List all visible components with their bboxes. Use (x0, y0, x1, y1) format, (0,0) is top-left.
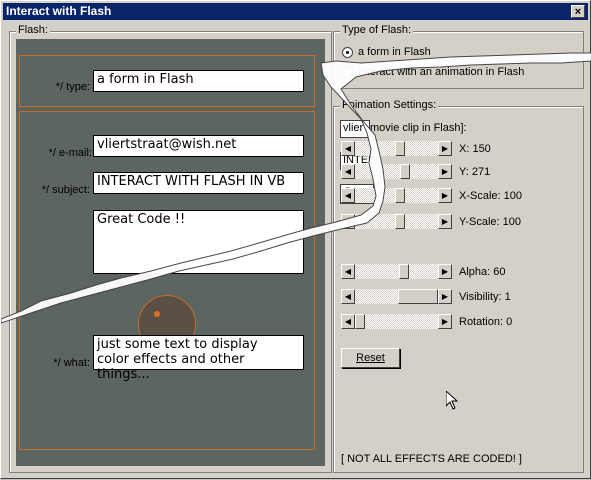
slider-0[interactable]: ◀ ▶ (341, 141, 452, 156)
slider-label: Visibility: 1 (459, 291, 511, 303)
movie-box[interactable]: vlier (340, 120, 370, 138)
type-field[interactable]: a form in Flash (93, 70, 304, 92)
slider-1[interactable]: ◀ ▶ (341, 164, 452, 179)
slider-4[interactable]: ◀ ▶ (341, 264, 452, 279)
radio-form-label[interactable]: a form in Flash (358, 46, 431, 58)
what-line-1: just some text to display (97, 337, 258, 352)
slider-label: Rotation: 0 (459, 316, 513, 328)
reset-label: Reset (356, 352, 385, 364)
slider-thumb[interactable] (395, 141, 405, 156)
slider-label: Y-Scale: 100 (459, 216, 521, 228)
slider-left-arrow-icon[interactable]: ◀ (341, 214, 355, 229)
slider-2[interactable]: ◀ ▶ (341, 188, 452, 203)
slider-label: X: 150 (459, 143, 491, 155)
slider-left-arrow-icon[interactable]: ◀ (341, 314, 355, 329)
slider-thumb[interactable] (355, 314, 365, 329)
settings-group-label: Foimation Settings: (340, 99, 439, 111)
slider-thumb[interactable] (395, 188, 405, 203)
ball-dot (154, 311, 160, 317)
slider-right-arrow-icon[interactable]: ▶ (438, 264, 452, 279)
slider-left-arrow-icon[interactable]: ◀ (341, 264, 355, 279)
type-group-label: Type of Flash: (340, 24, 414, 36)
radio-animation-label[interactable]: interact with an animation in Flash (358, 66, 524, 78)
main-window: Interact with Flash × Flash: */ type: a … (0, 0, 591, 479)
radio-form[interactable] (342, 47, 353, 58)
subject-field[interactable]: INTERACT WITH FLASH IN VB (93, 172, 304, 194)
slider-right-arrow-icon[interactable]: ▶ (438, 164, 452, 179)
title-bar[interactable]: Interact with Flash × (3, 3, 588, 20)
movie-label: movie clip in Flash]: (370, 122, 467, 134)
slider-right-arrow-icon[interactable]: ▶ (438, 314, 452, 329)
type-label: */ type: (55, 81, 90, 93)
radio-animation[interactable] (342, 67, 353, 78)
slider-right-arrow-icon[interactable]: ▶ (438, 214, 452, 229)
slider-left-arrow-icon[interactable]: ◀ (341, 141, 355, 156)
slider-5[interactable]: ◀ ▶ (341, 289, 452, 304)
slider-thumb[interactable] (399, 264, 409, 279)
window-title: Interact with Flash (6, 4, 112, 18)
slider-right-arrow-icon[interactable]: ▶ (438, 188, 452, 203)
slider-label: X-Scale: 100 (459, 190, 522, 202)
slider-thumb[interactable] (398, 289, 438, 304)
slider-right-arrow-icon[interactable]: ▶ (438, 141, 452, 156)
slider-label: Alpha: 60 (459, 266, 506, 278)
what-line-2: color effects and other things... (97, 352, 245, 382)
form-frame (19, 111, 315, 450)
reset-button[interactable]: Reset (341, 348, 400, 368)
slider-left-arrow-icon[interactable]: ◀ (341, 188, 355, 203)
slider-3[interactable]: ◀ ▶ (341, 214, 452, 229)
what-textarea[interactable]: just some text to display color effects … (93, 335, 304, 382)
slider-6[interactable]: ◀ ▶ (341, 314, 452, 329)
close-button[interactable]: × (571, 5, 585, 18)
slider-right-arrow-icon[interactable]: ▶ (438, 289, 452, 304)
type-group: Type of Flash: (333, 24, 584, 89)
flash-group-label: Flash: (16, 24, 50, 36)
slider-left-arrow-icon[interactable]: ◀ (341, 164, 355, 179)
code-textarea[interactable]: Great Code !! (93, 210, 304, 274)
subject-label: */ subject: (41, 184, 90, 196)
email-label: */ e-mail: (48, 147, 92, 159)
slider-thumb[interactable] (400, 164, 410, 179)
email-field[interactable]: vliertstraat@wish.net (93, 135, 304, 157)
mouse-cursor-icon (446, 391, 458, 410)
not-all-effects-note: [ NOT ALL EFFECTS ARE CODED! ] (341, 453, 522, 465)
slider-thumb[interactable] (395, 214, 405, 229)
slider-left-arrow-icon[interactable]: ◀ (341, 289, 355, 304)
slider-label: Y: 271 (459, 166, 491, 178)
what-label: */ what: (53, 357, 90, 369)
flash-movie-pane[interactable]: */ type: a form in Flash */ e-mail: vlie… (16, 39, 325, 466)
